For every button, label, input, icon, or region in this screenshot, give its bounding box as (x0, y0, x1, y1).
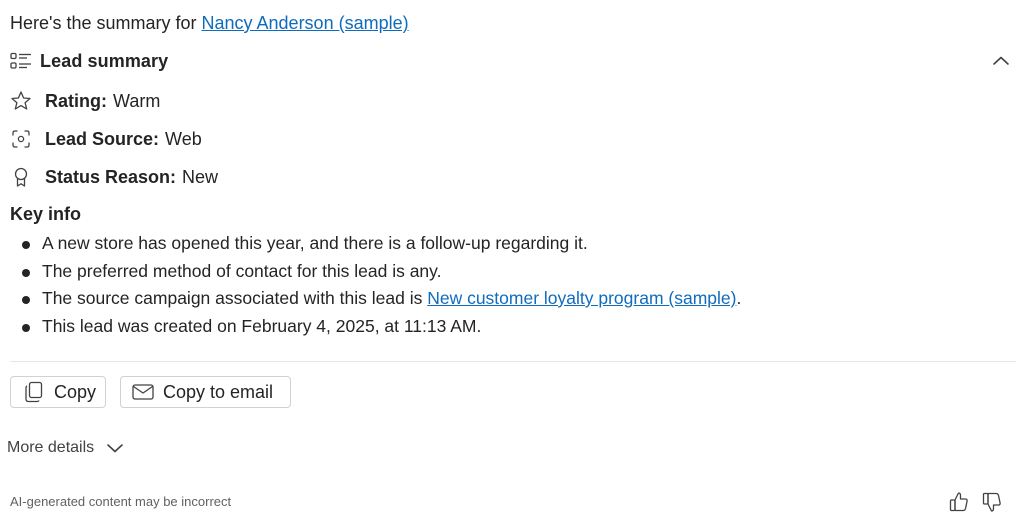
copy-label: Copy (54, 381, 97, 402)
lead-source-row: Lead Source: Web (10, 126, 202, 152)
list-item: The source campaign associated with this… (14, 285, 741, 313)
key-info-suffix: . (736, 288, 742, 308)
thumbs-down-button[interactable] (981, 490, 1003, 514)
key-info-text: This lead was created on February 4, 202… (42, 315, 482, 336)
copy-to-email-label: Copy to email (163, 381, 274, 402)
chevron-down-icon (106, 442, 124, 454)
copy-button[interactable]: Copy (10, 376, 106, 408)
thumbs-up-icon (949, 492, 968, 512)
lead-summary-title: Lead summary (40, 50, 169, 71)
thumbs-up-button[interactable] (948, 490, 970, 514)
lead-source-label: Lead Source: (45, 128, 160, 149)
mail-icon (132, 381, 154, 403)
summary-intro: Here's the summary for Nancy Anderson (s… (10, 11, 409, 35)
lead-name-link[interactable]: Nancy Anderson (sample) (202, 13, 409, 33)
collapse-button[interactable] (990, 51, 1012, 71)
key-info-text: A new store has opened this year, and th… (42, 233, 588, 253)
copy-icon (23, 381, 45, 403)
key-info-text: The preferred method of contact for this… (42, 260, 442, 281)
copy-to-email-button[interactable]: Copy to email (120, 376, 291, 408)
key-info-text: The source campaign associated with this… (42, 288, 428, 308)
more-details-toggle[interactable]: More details (7, 436, 124, 460)
campaign-link[interactable]: New customer loyalty program (sample) (427, 288, 736, 308)
status-reason-row: Status Reason: New (10, 164, 218, 190)
list-item: A new store has opened this year, and th… (14, 230, 741, 258)
divider (10, 361, 1016, 362)
list-item: The preferred method of contact for this… (14, 258, 741, 286)
key-info-title: Key info (10, 204, 82, 224)
ribbon-icon (10, 166, 32, 188)
thumbs-down-icon (982, 492, 1001, 512)
rating-label: Rating: (45, 90, 107, 111)
status-reason-label: Status Reason: (45, 166, 177, 187)
status-reason-value: New (182, 166, 219, 187)
lead-summary-header: Lead summary (10, 48, 1014, 74)
list-icon (10, 51, 32, 71)
intro-text: Here's the summary for (10, 13, 202, 33)
list-item: This lead was created on February 4, 202… (14, 313, 741, 341)
lead-source-value: Web (165, 128, 202, 149)
rating-row: Rating: Warm (10, 88, 160, 114)
rating-value: Warm (113, 90, 161, 111)
chevron-up-icon (993, 56, 1009, 65)
ai-disclaimer: AI-generated content may be incorrect (10, 494, 232, 509)
more-details-label: More details (7, 439, 95, 456)
star-icon (10, 90, 32, 112)
key-info-list: A new store has opened this year, and th… (14, 230, 741, 340)
lead-source-icon (10, 128, 32, 150)
